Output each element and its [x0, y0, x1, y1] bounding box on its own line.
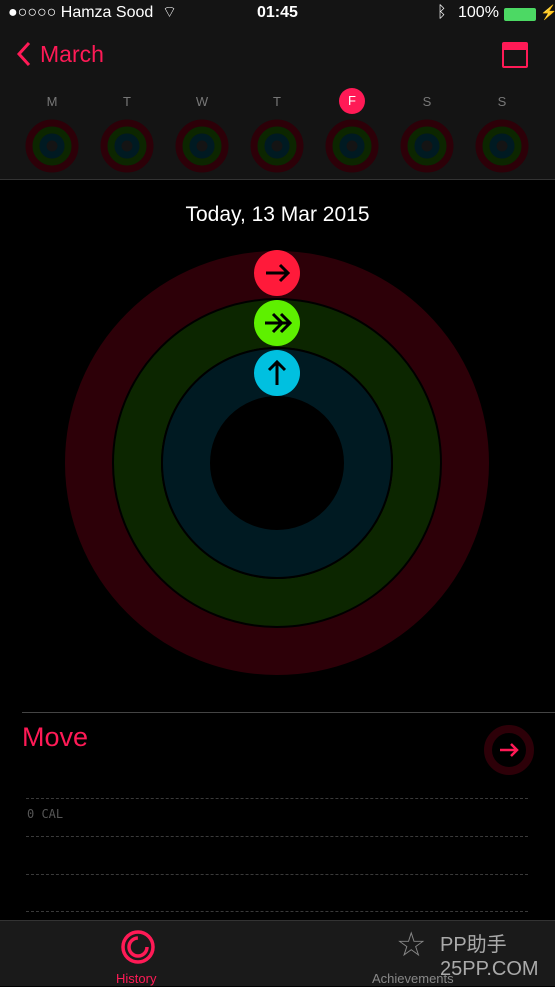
stand-ring — [162, 348, 392, 578]
stand-arrow-up-icon — [254, 350, 300, 396]
tab-bar: History ☆ Achievements PP助手 25PP.COM — [0, 920, 555, 986]
move-arrow-icon — [254, 250, 300, 296]
grid-line — [26, 798, 528, 799]
exercise-double-arrow-icon — [254, 300, 300, 346]
history-rings-icon — [121, 930, 155, 964]
activity-rings — [65, 250, 489, 675]
tab-history-label: History — [116, 971, 157, 986]
divider — [22, 712, 555, 713]
grid-line — [26, 836, 528, 837]
move-value: 0 CAL — [27, 807, 64, 821]
grid-line — [26, 874, 528, 875]
move-title: Move — [22, 722, 89, 752]
grid-line — [26, 911, 528, 912]
watermark: PP助手 25PP.COM — [440, 934, 539, 980]
tab-history[interactable]: History — [100, 921, 176, 987]
star-icon: ☆ — [396, 926, 427, 964]
move-detail-button[interactable] — [483, 724, 535, 776]
